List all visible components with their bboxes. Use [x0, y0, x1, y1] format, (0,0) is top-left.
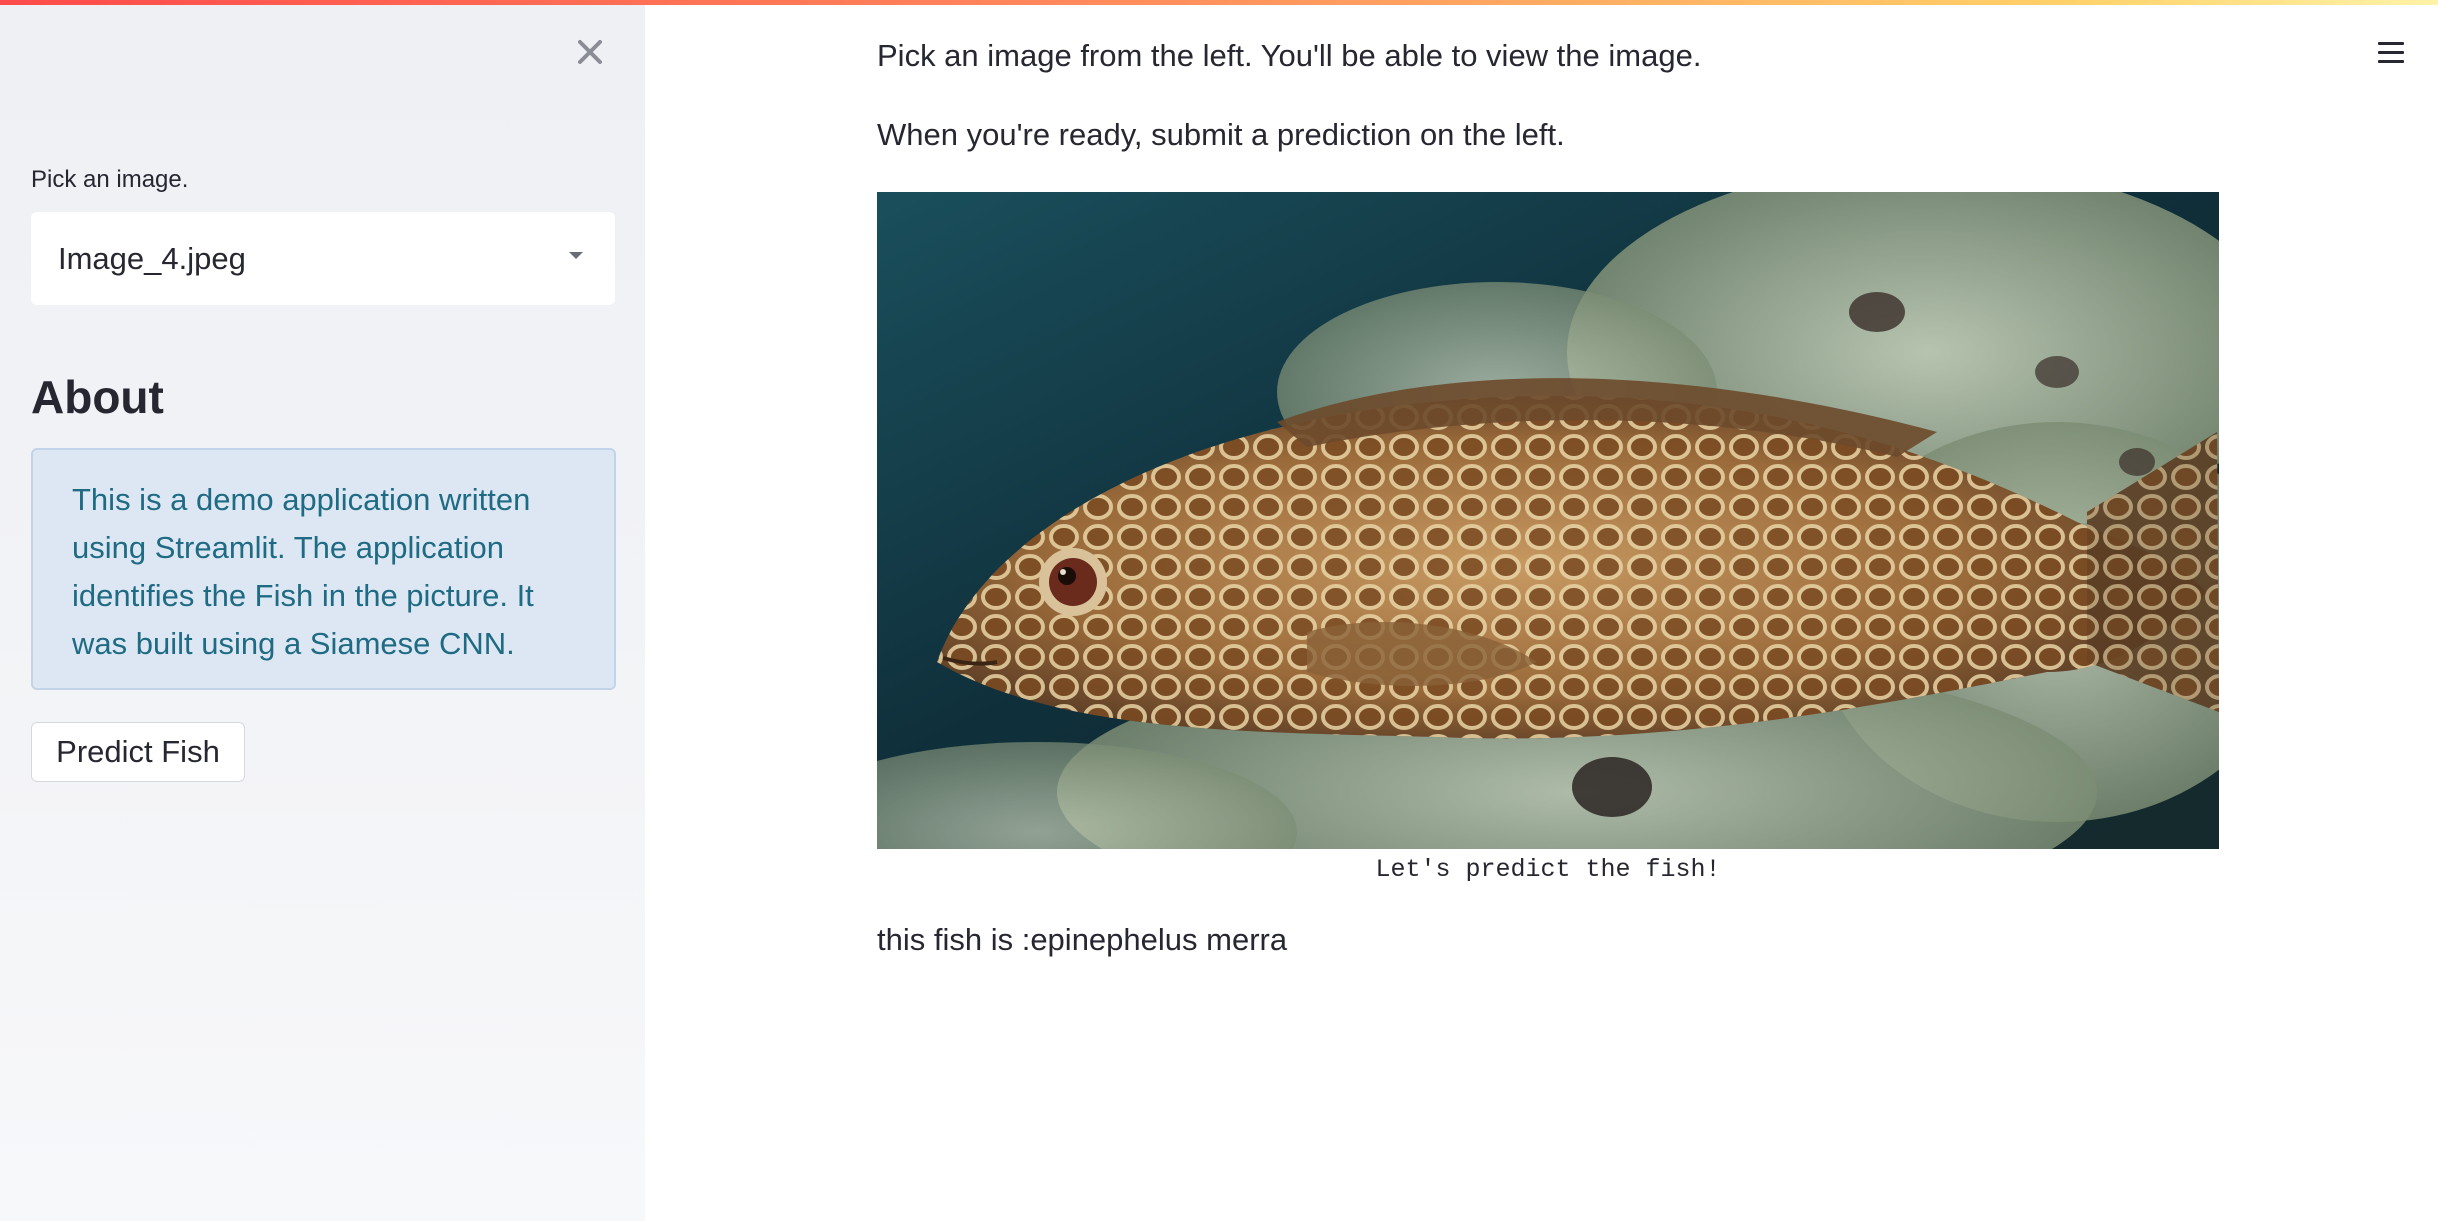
image-select[interactable]: Image_4.jpeg	[31, 212, 615, 305]
about-info-box: This is a demo application written using…	[31, 448, 616, 690]
sidebar: Pick an image. Image_4.jpeg About This i…	[0, 0, 645, 1221]
about-info-text: This is a demo application written using…	[72, 482, 534, 661]
instruction-text-1: Pick an image from the left. You'll be a…	[877, 38, 1702, 73]
image-caption: Let's predict the fish!	[1375, 855, 1721, 884]
chevron-down-icon	[569, 252, 583, 259]
image-select-value: Image_4.jpeg	[58, 240, 246, 276]
close-icon[interactable]	[572, 34, 608, 70]
image-select-label: Pick an image.	[31, 166, 189, 193]
instruction-text-2: When you're ready, submit a prediction o…	[877, 117, 1565, 152]
hamburger-menu-icon[interactable]	[2376, 38, 2406, 68]
top-decoration-bar	[0, 0, 2438, 5]
about-heading: About	[31, 371, 164, 423]
prediction-result: this fish is :epinephelus merra	[877, 922, 1288, 957]
predict-fish-button[interactable]: Predict Fish	[31, 722, 245, 782]
fish-image	[877, 192, 2219, 849]
